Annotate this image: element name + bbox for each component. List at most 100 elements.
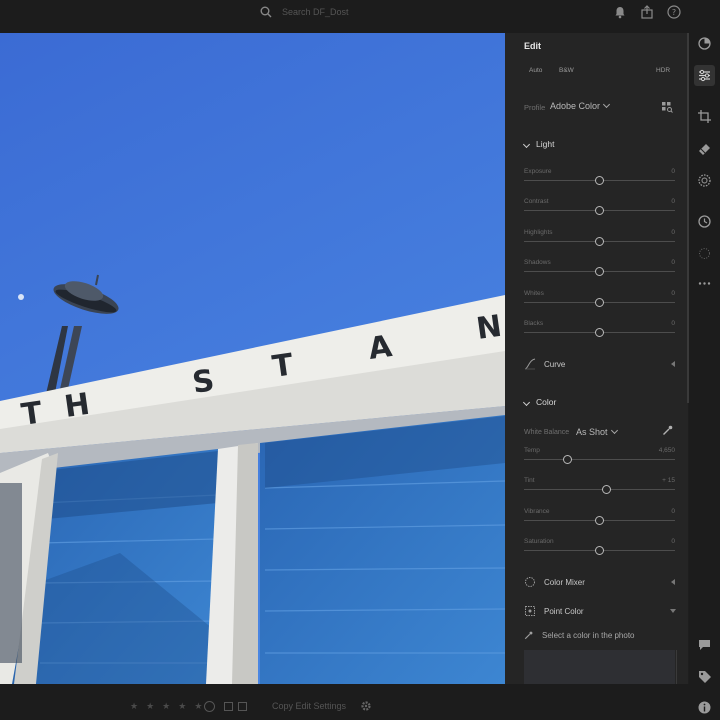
- light-section-header[interactable]: Light: [522, 139, 555, 149]
- color-section-header[interactable]: Color: [522, 397, 557, 407]
- svg-text:?: ?: [672, 8, 676, 17]
- color-mixer-icon: [525, 577, 535, 587]
- crop-icon[interactable]: [697, 109, 712, 124]
- chevron-down-icon: [522, 398, 531, 406]
- chevron-down-icon: [610, 426, 618, 435]
- copy-edit-settings-button[interactable]: Copy Edit Settings: [272, 701, 346, 711]
- slider-label: Whites: [524, 289, 544, 297]
- eyedropper-icon: [524, 631, 533, 640]
- eyedropper-icon[interactable]: [662, 425, 673, 436]
- flag-reject-icon[interactable]: [238, 702, 247, 711]
- point-color-picker[interactable]: Select a color in the photo: [524, 631, 635, 640]
- point-color-icon: [525, 606, 535, 616]
- slider-label: Blacks: [524, 320, 544, 327]
- slider-value: 0: [671, 168, 675, 175]
- slider-saturation[interactable]: Saturation 0: [524, 538, 675, 562]
- curve-section-header[interactable]: Curve: [524, 358, 675, 370]
- slider-highlights[interactable]: Highlights 0: [524, 229, 675, 253]
- chevron-down-icon: [670, 609, 676, 613]
- share-icon[interactable]: [639, 4, 655, 20]
- slider-blacks[interactable]: Blacks 0: [524, 320, 675, 344]
- white-balance-dropdown[interactable]: As Shot: [576, 426, 618, 437]
- edit-panel: Edit Auto B&W HDR Profile Adobe Color Li…: [505, 33, 688, 684]
- ai-icon[interactable]: [697, 246, 712, 261]
- color-mixer-section-header[interactable]: Color Mixer: [524, 576, 675, 588]
- slider-value: 0: [671, 538, 675, 546]
- bell-icon[interactable]: [612, 4, 628, 20]
- slider-value: 0: [671, 259, 675, 267]
- photo-canvas[interactable]: T H S T A N: [0, 33, 505, 684]
- slider-label: Highlights: [524, 228, 553, 236]
- presets-icon[interactable]: [697, 36, 712, 51]
- flag-pick-icon[interactable]: [224, 702, 233, 711]
- gear-icon[interactable]: [360, 700, 372, 712]
- slider-value: 0: [671, 198, 675, 206]
- slider-thumb[interactable]: [595, 515, 604, 525]
- comment-icon[interactable]: [697, 637, 712, 652]
- versions-icon[interactable]: [697, 214, 712, 229]
- slider-exposure[interactable]: Exposure 0: [524, 168, 675, 192]
- slider-value: 4,650: [658, 447, 675, 454]
- slider-label: Contrast: [524, 198, 549, 206]
- slider-track[interactable]: [524, 489, 675, 491]
- profile-browser-icon[interactable]: [661, 101, 673, 113]
- search-icon[interactable]: [260, 6, 272, 18]
- rating-star[interactable]: ★: [194, 701, 202, 711]
- top-bar: Search DF_Dost ?: [0, 0, 720, 33]
- slider-thumb[interactable]: [595, 546, 604, 556]
- slider-value: + 15: [662, 477, 675, 485]
- slider-thumb[interactable]: [595, 236, 604, 246]
- slider-value: 0: [671, 289, 675, 297]
- slider-temp[interactable]: Temp 4,650: [524, 447, 675, 471]
- slider-label: Saturation: [524, 538, 554, 546]
- rating-star[interactable]: ★: [130, 701, 138, 711]
- slider-thumb[interactable]: [595, 176, 604, 185]
- slider-thumb[interactable]: [595, 206, 604, 216]
- edit-sliders-icon[interactable]: [697, 68, 712, 83]
- auto-button[interactable]: Auto: [529, 67, 542, 74]
- hdr-button[interactable]: HDR: [656, 67, 670, 74]
- point-color-hint: Select a color in the photo: [542, 631, 635, 640]
- slider-whites[interactable]: Whites 0: [524, 290, 675, 314]
- rating-star[interactable]: ★: [146, 701, 154, 711]
- panel-scrollbar-lower[interactable]: [676, 650, 677, 684]
- white-balance-value: As Shot: [576, 427, 608, 437]
- chevron-left-icon: [671, 361, 675, 367]
- slider-label: Temp: [524, 447, 540, 454]
- point-color-swatch-area[interactable]: [524, 650, 675, 684]
- bw-button[interactable]: B&W: [559, 67, 574, 74]
- color-section-title: Color: [536, 397, 557, 407]
- sign-letter: N: [474, 309, 504, 347]
- photo-image: T H S T A N: [0, 33, 505, 684]
- chevron-down-icon: [603, 100, 611, 109]
- slider-thumb[interactable]: [601, 485, 611, 495]
- color-mixer-title: Color Mixer: [544, 577, 585, 587]
- curve-icon: [524, 358, 536, 370]
- slider-thumb[interactable]: [563, 455, 573, 464]
- masking-icon[interactable]: [697, 173, 712, 188]
- slider-track[interactable]: [524, 459, 675, 460]
- search-bar[interactable]: Search DF_Dost: [260, 4, 349, 20]
- light-section-title: Light: [536, 139, 555, 149]
- point-color-section-header[interactable]: Point Color: [524, 605, 676, 617]
- sign-letter: H: [62, 387, 92, 425]
- slider-tint[interactable]: Tint + 15: [524, 477, 675, 501]
- rating-stars[interactable]: ★ ★ ★ ★ ★: [130, 701, 202, 711]
- rating-star[interactable]: ★: [162, 701, 170, 711]
- help-icon[interactable]: ?: [666, 4, 682, 20]
- healing-icon[interactable]: [697, 141, 712, 156]
- search-input[interactable]: Search DF_Dost: [282, 7, 349, 17]
- info-icon[interactable]: [697, 700, 712, 715]
- slider-thumb[interactable]: [595, 297, 604, 307]
- slider-thumb[interactable]: [595, 328, 604, 337]
- slider-contrast[interactable]: Contrast 0: [524, 198, 675, 222]
- rating-star[interactable]: ★: [178, 701, 186, 711]
- slider-vibrance[interactable]: Vibrance 0: [524, 508, 675, 532]
- slider-thumb[interactable]: [595, 267, 604, 277]
- flag-circle-icon[interactable]: [204, 701, 215, 712]
- slider-shadows[interactable]: Shadows 0: [524, 259, 675, 283]
- profile-dropdown[interactable]: Adobe Color: [550, 100, 611, 111]
- white-balance-label: White Balance: [524, 429, 570, 436]
- tag-icon[interactable]: [697, 669, 712, 684]
- more-icon[interactable]: [697, 276, 712, 291]
